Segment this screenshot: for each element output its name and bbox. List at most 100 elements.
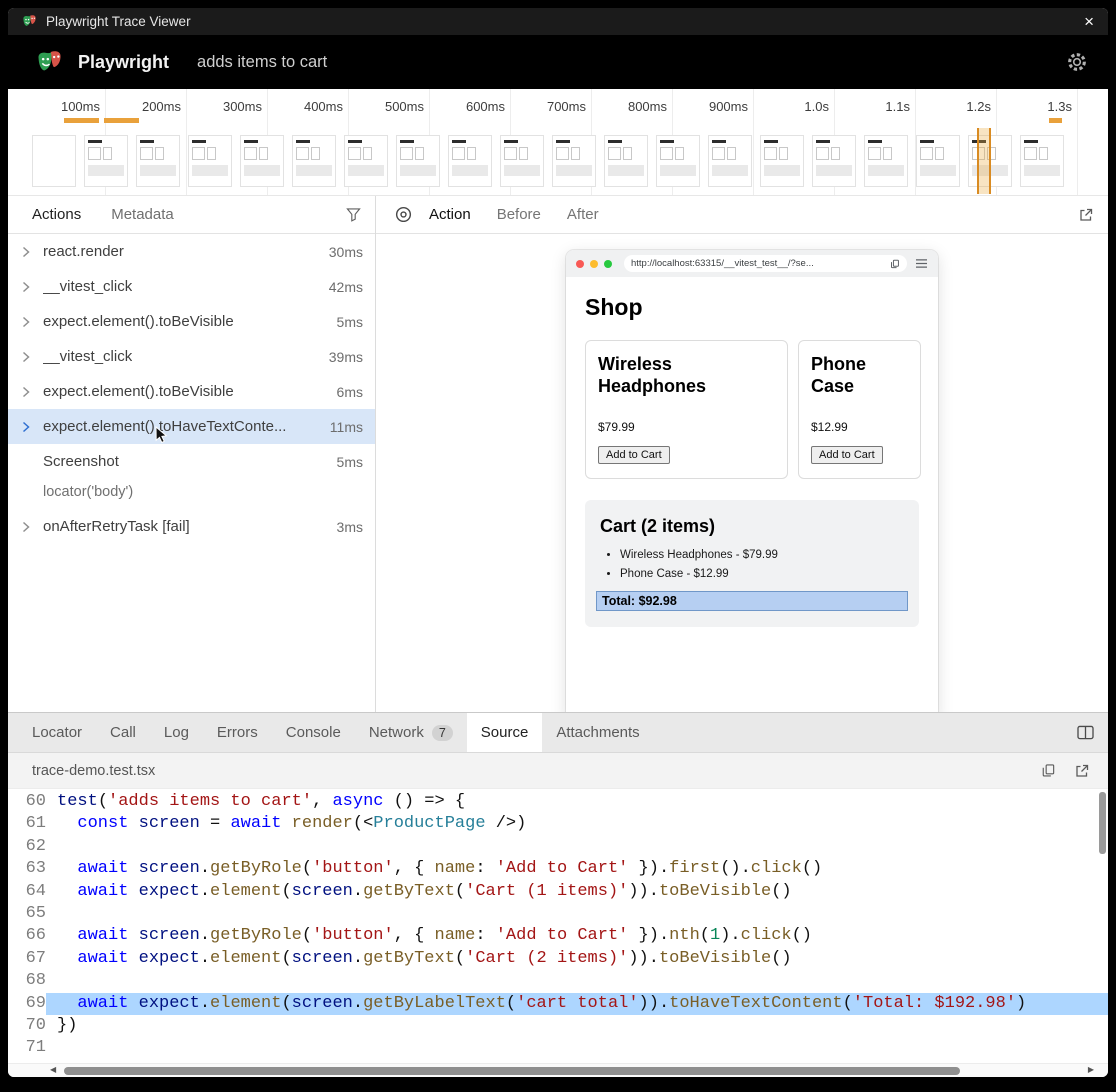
timeline-thumbnail[interactable] [136,135,180,187]
tab-network[interactable]: Network7 [355,713,467,752]
tab-before[interactable]: Before [497,206,541,223]
code-token: getByRole [210,859,302,878]
code-token: ). [720,926,740,945]
tab-call[interactable]: Call [96,713,150,752]
code-token: screen [292,994,353,1013]
code-token: await [77,949,128,968]
code-token [57,994,77,1013]
code-token [128,994,138,1013]
code-token: 'button' [312,926,394,945]
settings-gear-icon[interactable] [1066,51,1088,73]
app-name: Playwright [78,52,169,73]
tab-metadata[interactable]: Metadata [111,206,174,223]
chevron-right-icon [22,316,43,328]
timeline-thumbnail[interactable] [500,135,544,187]
add-to-cart-button[interactable]: Add to Cart [598,446,670,464]
timeline-thumbnail[interactable] [656,135,700,187]
timeline-thumbnail[interactable] [448,135,492,187]
timeline-thumbnail[interactable] [292,135,336,187]
cart-total-highlighted: Total: $92.98 [596,591,908,611]
mouse-cursor-icon [155,426,170,450]
tab-attachments[interactable]: Attachments [542,713,653,752]
open-source-external-icon[interactable] [1074,763,1090,779]
action-row[interactable]: __vitest_click42ms [8,269,375,304]
code-token [128,926,138,945]
code-token: . [353,994,363,1013]
tab-source[interactable]: Source [467,713,543,752]
code-line: 71 [8,1037,1108,1059]
titlebar-title: Playwright Trace Viewer [46,14,191,29]
vertical-scrollbar-thumb[interactable] [1099,792,1106,854]
code-token: element [210,882,281,901]
copy-source-icon[interactable] [1041,763,1056,779]
tab-actions[interactable]: Actions [32,206,81,223]
pick-locator-icon[interactable] [394,205,413,224]
timeline-tick-label: 1.0s [804,99,829,114]
timeline-thumbnail[interactable] [812,135,856,187]
code-line: 60test('adds items to cart', async () =>… [8,791,1108,813]
tab-log[interactable]: Log [150,713,203,752]
action-row[interactable]: expect.element().toHaveTextConte...11ms [8,409,375,444]
code-token: () [771,882,791,901]
action-row[interactable]: __vitest_click39ms [8,339,375,374]
timeline-tick-label: 100ms [61,99,100,114]
timeline-thumbnail[interactable] [708,135,752,187]
layout-columns-icon[interactable] [1077,725,1094,740]
timeline-thumbnail[interactable] [1020,135,1064,187]
tab-label: Network [369,724,424,741]
open-snapshot-external-icon[interactable] [1078,207,1094,223]
scroll-right-arrow-icon[interactable]: ▶ [1088,1065,1094,1074]
timeline-thumbnail[interactable] [864,135,908,187]
close-button[interactable]: × [1084,13,1094,30]
timeline-thumbnail[interactable] [344,135,388,187]
chevron-right-icon [22,351,43,363]
timeline-thumbnail[interactable] [188,135,232,187]
line-number: 61 [8,813,46,835]
timeline-thumbnail[interactable] [396,135,440,187]
action-row[interactable]: react.render30ms [8,234,375,269]
timeline-thumbnail[interactable] [552,135,596,187]
action-duration: 11ms [322,419,363,435]
tab-locator[interactable]: Locator [18,713,96,752]
code-token: 'adds items to cart' [108,792,312,811]
product-card: Wireless Headphones $79.99 Add to Cart [585,340,788,479]
action-row[interactable]: expect.element().toBeVisible5ms [8,304,375,339]
action-title: react.render [43,243,124,260]
trace-viewer-window: Playwright Trace Viewer × Playwright add… [8,8,1108,1077]
code-token: test [57,792,98,811]
tab-after[interactable]: After [567,206,599,223]
tab-action[interactable]: Action [429,206,471,223]
action-duration: 5ms [329,454,363,470]
action-row[interactable]: onAfterRetryTask [fail]3ms [8,509,375,544]
action-row[interactable]: Screenshot5ms [8,444,375,479]
code-token: . [200,882,210,901]
scroll-left-arrow-icon[interactable]: ◀ [50,1065,56,1074]
filter-icon[interactable] [346,207,361,222]
horizontal-scrollbar[interactable]: ◀ ▶ [8,1063,1108,1077]
timeline-thumbnail[interactable] [916,135,960,187]
timeline[interactable]: 100ms200ms300ms400ms500ms600ms700ms800ms… [8,89,1108,196]
timeline-tick-label: 400ms [304,99,343,114]
add-to-cart-button[interactable]: Add to Cart [811,446,883,464]
timeline-thumbnail[interactable] [760,135,804,187]
code-line: 63 await screen.getByRole('button', { na… [8,858,1108,880]
timeline-tick-label: 700ms [547,99,586,114]
horizontal-scrollbar-thumb[interactable] [64,1067,960,1075]
timeline-thumbnail[interactable] [84,135,128,187]
snapshot-tabbar: Action Before After [376,196,1108,234]
code-token: . [200,859,210,878]
timeline-thumbnail[interactable] [240,135,284,187]
code-text: await screen.getByRole('button', { name:… [46,925,1108,947]
code-token: , { [394,926,435,945]
code-token: screen [139,926,200,945]
timeline-thumbnail[interactable] [32,135,76,187]
cart-box: Cart (2 items) Wireless Headphones - $79… [585,500,919,627]
tab-errors[interactable]: Errors [203,713,272,752]
timeline-thumbnail[interactable] [604,135,648,187]
action-row[interactable]: expect.element().toBeVisible6ms [8,374,375,409]
tab-console[interactable]: Console [272,713,355,752]
code-text [46,836,1108,858]
page-heading: Shop [585,294,919,321]
code-token: render [292,814,353,833]
tab-label: Console [286,724,341,741]
